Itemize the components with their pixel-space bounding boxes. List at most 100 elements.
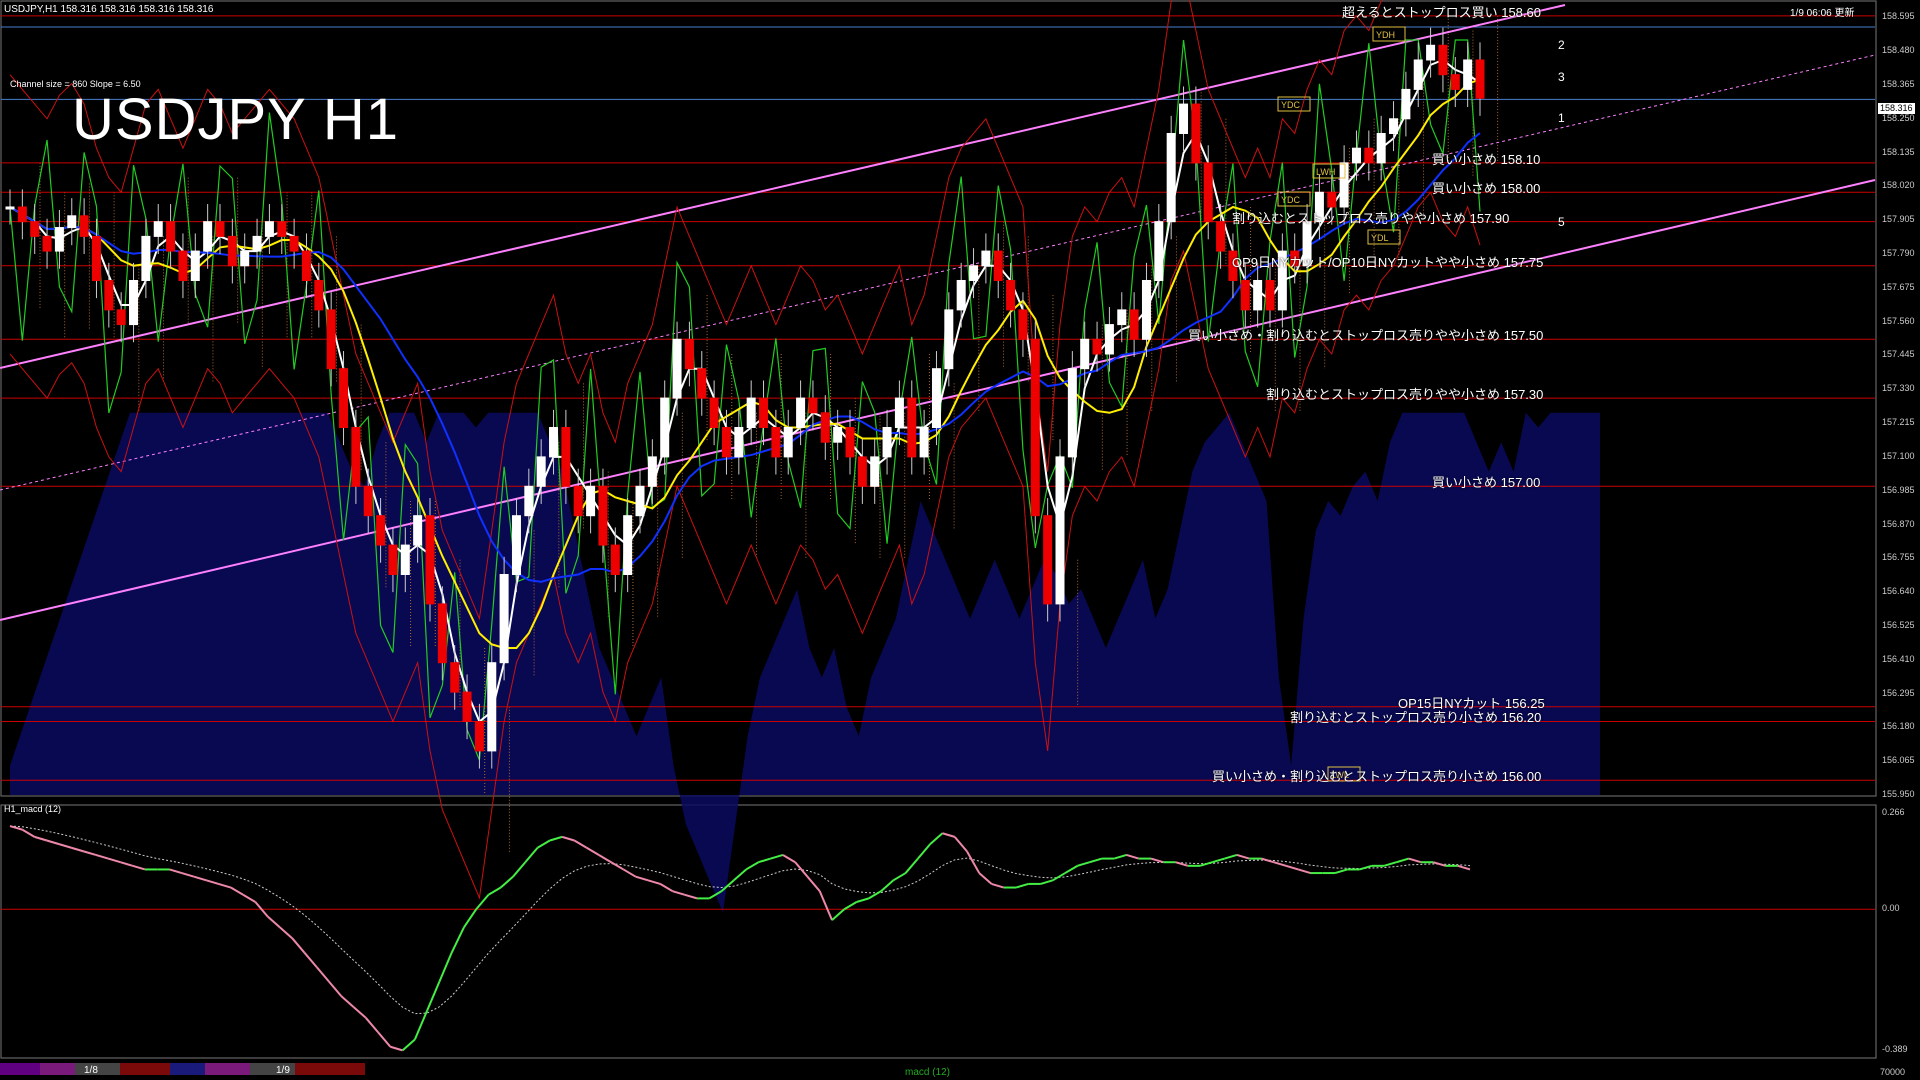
timeline-segment [205,1063,250,1075]
level-label: 買い小さめ・割り込むとストップロス売りやや小さめ 157.50 [1188,328,1544,344]
candle-body [1426,44,1436,61]
candle-body [1216,221,1226,252]
candle-body [1450,74,1460,90]
timeline-segment [295,1063,365,1075]
date-label: 1/8 [84,1065,98,1076]
candle-body [301,250,311,281]
candle-body [931,368,941,428]
candle-body [178,250,188,281]
price-tick-label: 155.950 [1882,789,1915,799]
candle-body [734,426,744,458]
candle-body [400,544,410,575]
price-tick-label: 156.410 [1882,653,1915,664]
candle-body [549,426,559,458]
level-label: 買い小さめ 158.10 [1432,151,1541,167]
candle-body [573,485,583,517]
price-tick-label: 157.445 [1882,349,1915,360]
candle-body [598,485,608,546]
candle-body [759,397,769,428]
timeline-segment [120,1063,170,1075]
price-tick-label: 157.215 [1882,417,1915,428]
candle-body [919,426,929,458]
price-tick-label: 157.675 [1882,281,1915,292]
candle-body [413,515,423,546]
candle-body [709,397,719,428]
candle-body [289,235,299,252]
candle-body [956,279,966,311]
candle-body [536,456,546,487]
candle-body [1092,338,1102,355]
candle-body [462,691,472,722]
candle-body [1475,59,1485,99]
candle-body [1080,338,1090,370]
price-tick-label: 156.985 [1882,484,1915,495]
price-tick-label: 158.595 [1882,11,1915,22]
price-tick-label: 157.560 [1882,315,1915,326]
price-tick-label: 158.365 [1882,78,1915,89]
candle-body [141,235,151,281]
candle-body [1141,279,1151,340]
candle-body [1191,103,1201,164]
marker-label: YDC [1281,195,1301,205]
candle-body [907,397,917,458]
candle-body [153,221,163,237]
price-tick-label: 158.020 [1882,180,1915,191]
candle-body [425,515,435,605]
candle-body [796,397,806,428]
price-tick-label: 158.480 [1882,45,1915,56]
candle-body [17,206,27,223]
candle-body [1043,515,1053,605]
candle-body [450,662,460,693]
candle-body [1166,132,1176,223]
candle-body [561,426,571,487]
candle-body [1055,456,1065,605]
candle-body [845,426,855,458]
candle-body [1203,162,1213,223]
price-tick-label: 156.870 [1882,518,1915,529]
candle-body [351,426,361,487]
update-clock: 1/9 06:06 更新 [1790,8,1855,19]
candle-body [721,426,731,458]
channel-number: 5 [1558,215,1565,229]
candle-body [1376,132,1386,164]
candle-body [623,515,633,575]
candle-body [1438,44,1448,76]
candle-body [1117,309,1127,326]
channel-number: 1 [1558,111,1565,125]
candle-body [1018,309,1028,340]
candle-body [672,338,682,399]
candle-body [339,368,349,428]
candle-body [771,426,781,458]
candle-body [166,221,176,252]
level-label: 割り込むとストップロス売り小さめ 156.20 [1290,710,1542,726]
candle-body [524,485,534,517]
price-tick-label: 156.755 [1882,552,1915,563]
candle-body [190,250,200,281]
candle-body [808,397,818,414]
price-tick-label: 158.135 [1882,146,1915,157]
candle-body [203,221,213,252]
candle-body [1129,309,1139,340]
candle-body [969,265,979,281]
candle-body [1253,279,1263,311]
marker-label: LWH [1316,167,1335,177]
candle-body [981,250,991,267]
candle-body [870,456,880,487]
candle-body [820,412,830,443]
price-tick-label: 157.905 [1882,214,1915,225]
candle-body [388,544,398,575]
candle-body [1401,88,1411,120]
candle-body [499,573,509,664]
candle-body [944,309,954,370]
macd-tick-label: 0.266 [1882,807,1905,817]
candle-body [5,206,15,210]
candle-body [116,309,126,326]
macd-tick-label: -0.389 [1882,1044,1908,1054]
candle-body [1339,162,1349,208]
candle-body [586,485,596,517]
candle-body [30,221,40,237]
timeline-segment [0,1063,40,1075]
candle-body [684,338,694,370]
candle-body [437,603,447,664]
candle-body [894,397,904,428]
